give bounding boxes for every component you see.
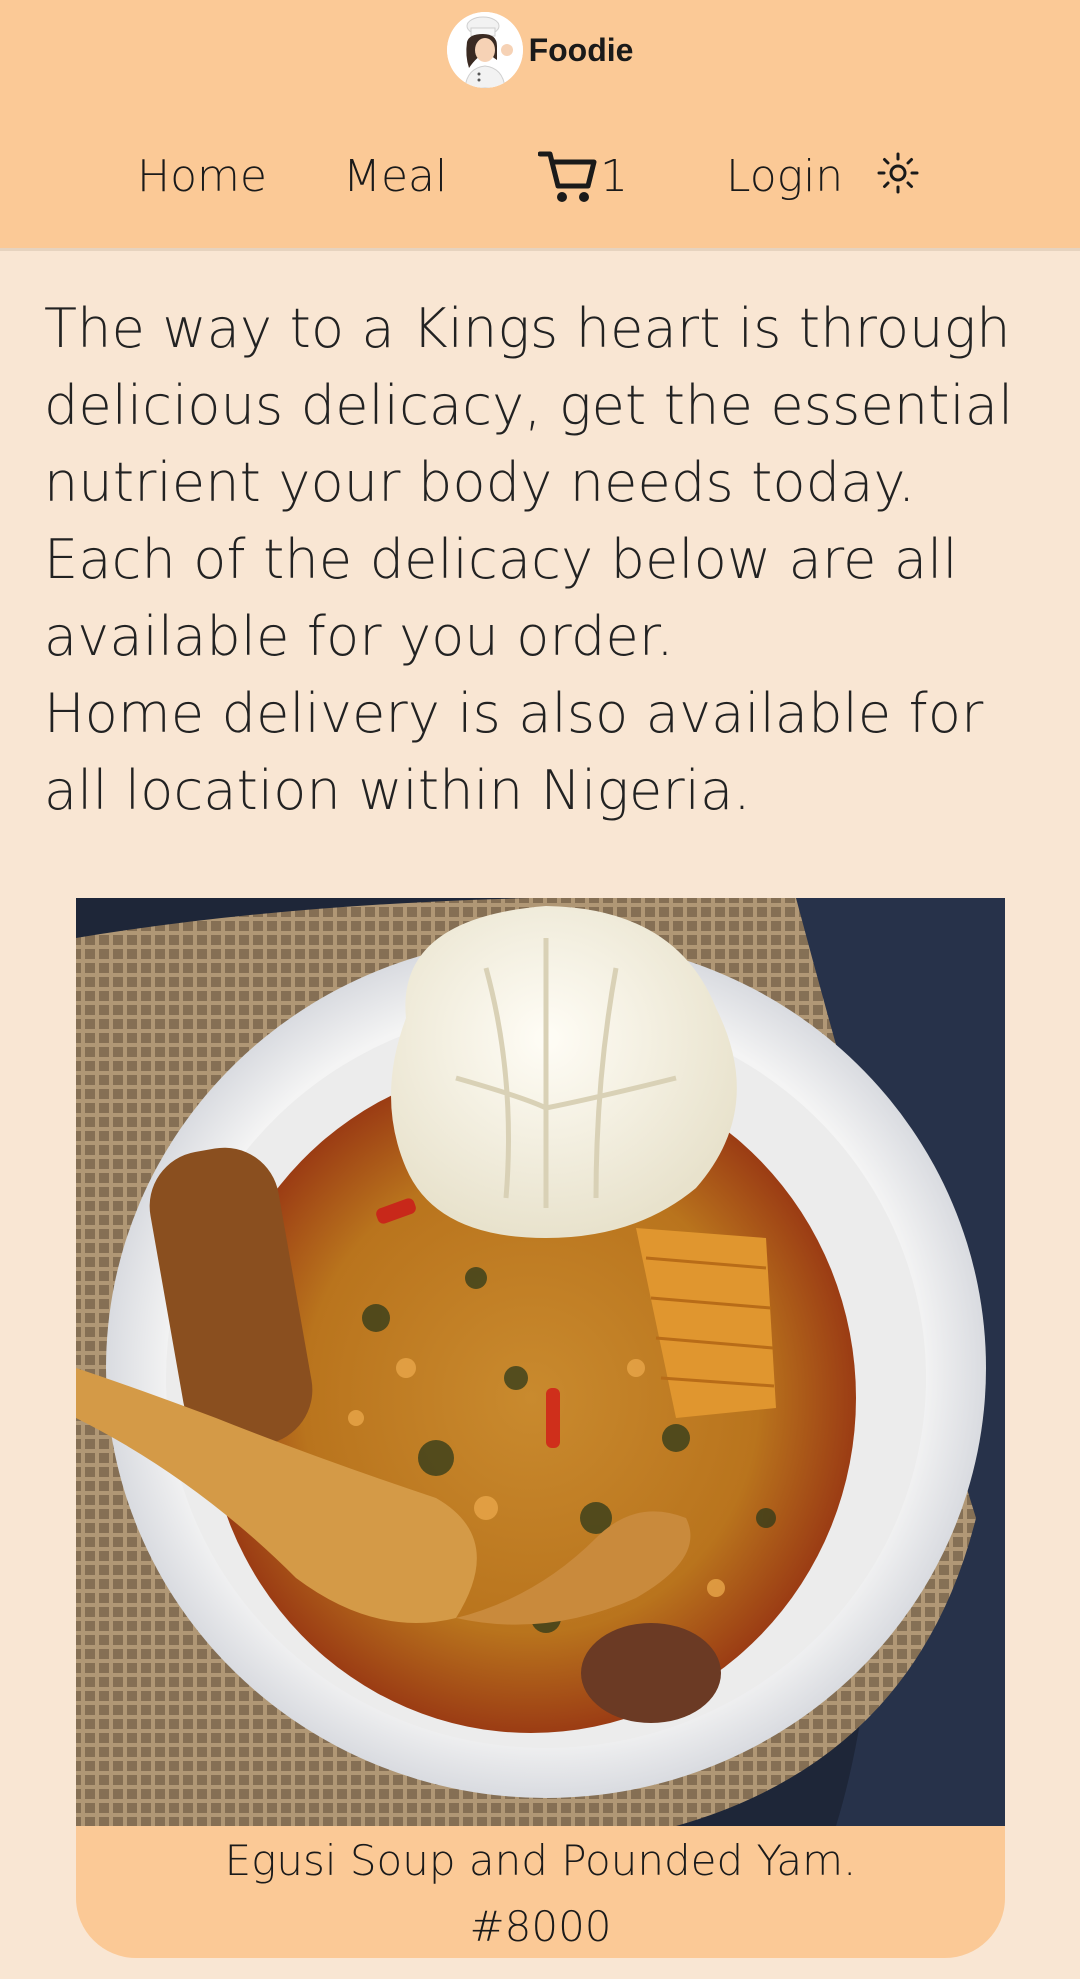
intro-paragraph-3: Home delivery is also available for all … bbox=[44, 682, 984, 822]
meal-card[interactable]: Egusi Soup and Pounded Yam. #8000 bbox=[76, 898, 1005, 1958]
chef-avatar-icon bbox=[446, 12, 523, 88]
meal-price: #8000 bbox=[469, 1902, 612, 1951]
sun-icon[interactable] bbox=[876, 151, 920, 195]
intro-paragraph-1: The way to a Kings heart is through deli… bbox=[44, 297, 1014, 514]
shopping-cart-icon bbox=[537, 148, 598, 206]
nav-login-link[interactable]: Login bbox=[726, 145, 843, 209]
meal-image bbox=[76, 898, 1005, 1826]
intro-text: The way to a Kings heart is through deli… bbox=[44, 290, 1044, 829]
nav-home-link[interactable]: Home bbox=[137, 145, 267, 209]
meal-caption: Egusi Soup and Pounded Yam. #8000 bbox=[76, 1826, 1005, 1958]
meal-name: Egusi Soup and Pounded Yam. bbox=[224, 1836, 857, 1885]
intro-paragraph-2: Each of the delicacy below are all avail… bbox=[44, 528, 958, 668]
cart-count: 1 bbox=[600, 151, 628, 202]
app-header: Foodie Home Meal 1 Login bbox=[0, 0, 1080, 251]
brand[interactable]: Foodie bbox=[0, 12, 1080, 88]
main-nav: Home Meal 1 Login bbox=[0, 145, 1080, 215]
nav-cart-link[interactable]: 1 bbox=[537, 145, 628, 209]
nav-meal-link[interactable]: Meal bbox=[343, 145, 447, 209]
brand-name: Foodie bbox=[528, 31, 634, 68]
